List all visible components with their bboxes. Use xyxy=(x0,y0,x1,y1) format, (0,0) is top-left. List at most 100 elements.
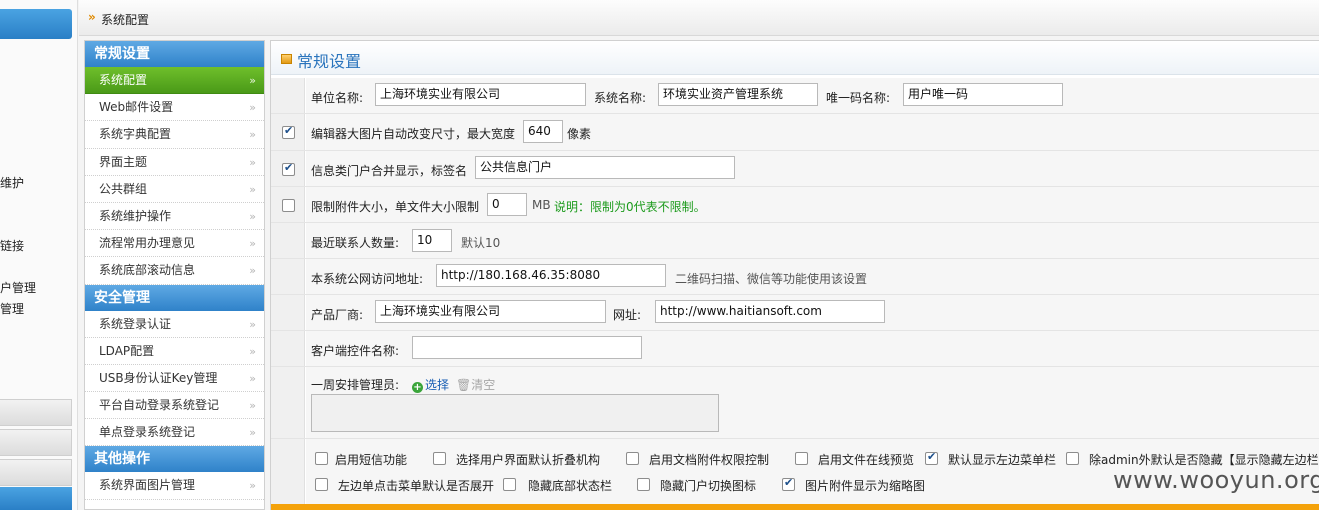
clear-admin-link[interactable]: 🗑清空 xyxy=(456,376,495,393)
row-field-cell: 编辑器大图片自动改变尺寸，最大宽度 640 像素 xyxy=(306,114,1319,150)
public-url-input[interactable]: http://180.168.46.35:8080 xyxy=(436,264,666,287)
mb-unit-label: MB xyxy=(532,198,551,212)
row-field-cell: 限制附件大小，单文件大小限制 0 MB 说明：限制为0代表不限制。 xyxy=(306,187,1319,222)
menu-item-label: 界面主题 xyxy=(99,154,148,169)
menu-item-theme[interactable]: 界面主题 » xyxy=(85,148,264,176)
watermark: www.wooyun.org xyxy=(1113,466,1319,494)
menu-item-login-auth[interactable]: 系统登录认证 » xyxy=(85,310,264,338)
menu-item-usb-key[interactable]: USB身份认证Key管理 » xyxy=(85,364,264,393)
menu-item-label: USB身份认证Key管理 xyxy=(99,370,218,385)
chevron-right-icon: » xyxy=(249,155,256,169)
attachment-size-input[interactable]: 0 xyxy=(487,193,527,216)
portal-merge-label: 信息类门户合并显示，标签名 xyxy=(311,164,468,178)
chevron-right-icon: » xyxy=(249,264,256,278)
left-nav-bottom-button[interactable] xyxy=(0,487,72,510)
form-row-week-admin: 一周安排管理员: + 选择 🗑清空 xyxy=(271,367,1319,439)
form-row-public-url: 本系统公网访问地址: http://180.168.46.35:8080 二维码… xyxy=(271,259,1319,295)
row-checkbox-cell xyxy=(271,439,305,504)
menu-item-public-groups[interactable]: 公共群组 » xyxy=(85,175,264,203)
option-checkbox-collapse-org[interactable] xyxy=(433,452,446,465)
row-checkbox-cell xyxy=(271,114,305,150)
form-row-attachment-limit: 限制附件大小，单文件大小限制 0 MB 说明：限制为0代表不限制。 xyxy=(271,187,1319,223)
option-checkbox-hide-portal-icon[interactable] xyxy=(637,478,650,491)
row-checkbox-cell xyxy=(271,151,305,186)
public-url-hint: 二维码扫描、微信等功能使用该设置 xyxy=(675,272,868,286)
row-field-cell: 产品厂商: 上海环境实业有限公司 网址: http://www.haitians… xyxy=(306,295,1319,330)
chevron-right-icon: » xyxy=(249,237,256,251)
option-checkbox-thumbnail[interactable] xyxy=(782,476,795,491)
menu-item-label: 单点登录系统登记 xyxy=(99,425,196,440)
menu-item-workflow-opinions[interactable]: 流程常用办理意见 » xyxy=(85,230,264,258)
row-checkbox-cell xyxy=(271,259,305,294)
attachment-limit-label: 限制附件大小，单文件大小限制 xyxy=(311,200,480,214)
option-checkbox-doc-permission[interactable] xyxy=(626,452,639,465)
clear-admin-label: 清空 xyxy=(471,378,496,392)
portal-merge-checkbox[interactable] xyxy=(282,161,295,176)
menu-item-label: Web邮件设置 xyxy=(99,100,174,115)
week-admin-textarea[interactable] xyxy=(311,394,719,432)
menu-item-scroll-info[interactable]: 系统底部滚动信息 » xyxy=(85,257,264,285)
image-resize-checkbox[interactable] xyxy=(282,124,295,139)
left-nav-item[interactable]: 管理 xyxy=(0,300,24,317)
menu-section-security[interactable]: 安全管理 xyxy=(85,284,264,311)
unique-code-input[interactable]: 用户唯一码 xyxy=(903,83,1063,106)
menu-section-general[interactable]: 常规设置 xyxy=(85,41,264,67)
panel-title: 常规设置 xyxy=(297,52,362,71)
breadcrumb-arrow-icon: » xyxy=(88,10,96,24)
menu-item-sso[interactable]: 单点登录系统登记 » xyxy=(85,419,264,447)
chevron-right-icon: » xyxy=(249,74,256,87)
row-field-cell: 一周安排管理员: + 选择 🗑清空 xyxy=(306,367,1319,438)
row-field-cell: 最近联系人数量: 10 默认10 xyxy=(306,223,1319,258)
menu-item-label: 公共群组 xyxy=(99,181,148,196)
left-nav-group-button[interactable] xyxy=(0,399,72,426)
unit-name-input[interactable]: 上海环境实业有限公司 xyxy=(375,83,586,106)
menu-item-ldap[interactable]: LDAP配置 » xyxy=(85,337,264,365)
left-nav-item[interactable]: 维护 xyxy=(0,174,24,191)
row-checkbox-cell xyxy=(271,331,305,366)
left-nav-item[interactable]: 链接 xyxy=(0,237,24,254)
menu-item-system-config[interactable]: 系统配置 » xyxy=(85,67,264,95)
left-nav-top-button[interactable] xyxy=(0,9,72,39)
row-field-cell: 本系统公网访问地址: http://180.168.46.35:8080 二维码… xyxy=(306,259,1319,294)
row-checkbox-cell xyxy=(271,223,305,258)
option-checkbox-expand-menu[interactable] xyxy=(315,478,328,491)
website-input[interactable]: http://www.haitiansoft.com xyxy=(655,300,885,323)
client-control-input[interactable] xyxy=(412,336,642,359)
chevron-right-icon: » xyxy=(249,426,256,440)
option-label-show-left-menu: 默认显示左边菜单栏 xyxy=(948,453,1057,467)
option-checkbox-hide-status-bar[interactable] xyxy=(503,478,516,491)
option-checkbox-sms[interactable] xyxy=(315,452,328,465)
menu-item-maintenance[interactable]: 系统维护操作 » xyxy=(85,202,264,231)
option-label-collapse-org: 选择用户界面默认折叠机构 xyxy=(456,453,601,467)
left-nav-item[interactable]: 户管理 xyxy=(0,279,36,296)
menu-item-auto-login[interactable]: 平台自动登录系统登记 » xyxy=(85,392,264,420)
recent-contacts-input[interactable]: 10 xyxy=(412,229,452,252)
left-nav-panel: 维护 链接 户管理 管理 xyxy=(0,0,78,510)
menu-item-label: LDAP配置 xyxy=(99,343,155,358)
unique-code-label: 唯一码名称: xyxy=(826,91,891,105)
option-checkbox-show-left-menu[interactable] xyxy=(925,450,938,465)
form-row-client-control: 客户端控件名称: xyxy=(271,331,1319,367)
menu-item-dictionary[interactable]: 系统字典配置 » xyxy=(85,121,264,149)
menu-section-other[interactable]: 其他操作 xyxy=(85,446,264,473)
chevron-right-icon: » xyxy=(249,182,256,196)
left-nav-group-button[interactable] xyxy=(0,429,72,456)
system-name-input[interactable]: 环境实业资产管理系统 xyxy=(658,83,818,106)
left-nav-group-button[interactable] xyxy=(0,459,72,486)
option-checkbox-online-preview[interactable] xyxy=(795,452,808,465)
form-row-recent-contacts: 最近联系人数量: 10 默认10 xyxy=(271,223,1319,259)
menu-item-ui-images[interactable]: 系统界面图片管理 » xyxy=(85,472,264,500)
form-row-image-resize: 编辑器大图片自动改变尺寸，最大宽度 640 像素 xyxy=(271,114,1319,151)
max-width-input[interactable]: 640 xyxy=(523,120,563,143)
select-admin-link[interactable]: + 选择 xyxy=(412,376,449,393)
option-label-expand-menu: 左边单点击菜单默认是否展开 xyxy=(338,479,495,493)
attachment-limit-checkbox[interactable] xyxy=(282,199,295,212)
option-checkbox-hide-left-bar[interactable] xyxy=(1066,452,1079,465)
row-field-cell: 客户端控件名称: xyxy=(306,331,1319,366)
option-label-hide-portal-icon: 隐藏门户切换图标 xyxy=(660,479,757,493)
portal-tab-name-input[interactable]: 公共信息门户 xyxy=(475,156,735,179)
vendor-label: 产品厂商: xyxy=(311,308,364,322)
vendor-input[interactable]: 上海环境实业有限公司 xyxy=(375,300,606,323)
settings-menu: 常规设置 系统配置» Web邮件设置» 系统字典配置» 界面主题» 公共群组» … xyxy=(84,40,265,510)
menu-item-web-mail[interactable]: Web邮件设置 » xyxy=(85,94,264,122)
